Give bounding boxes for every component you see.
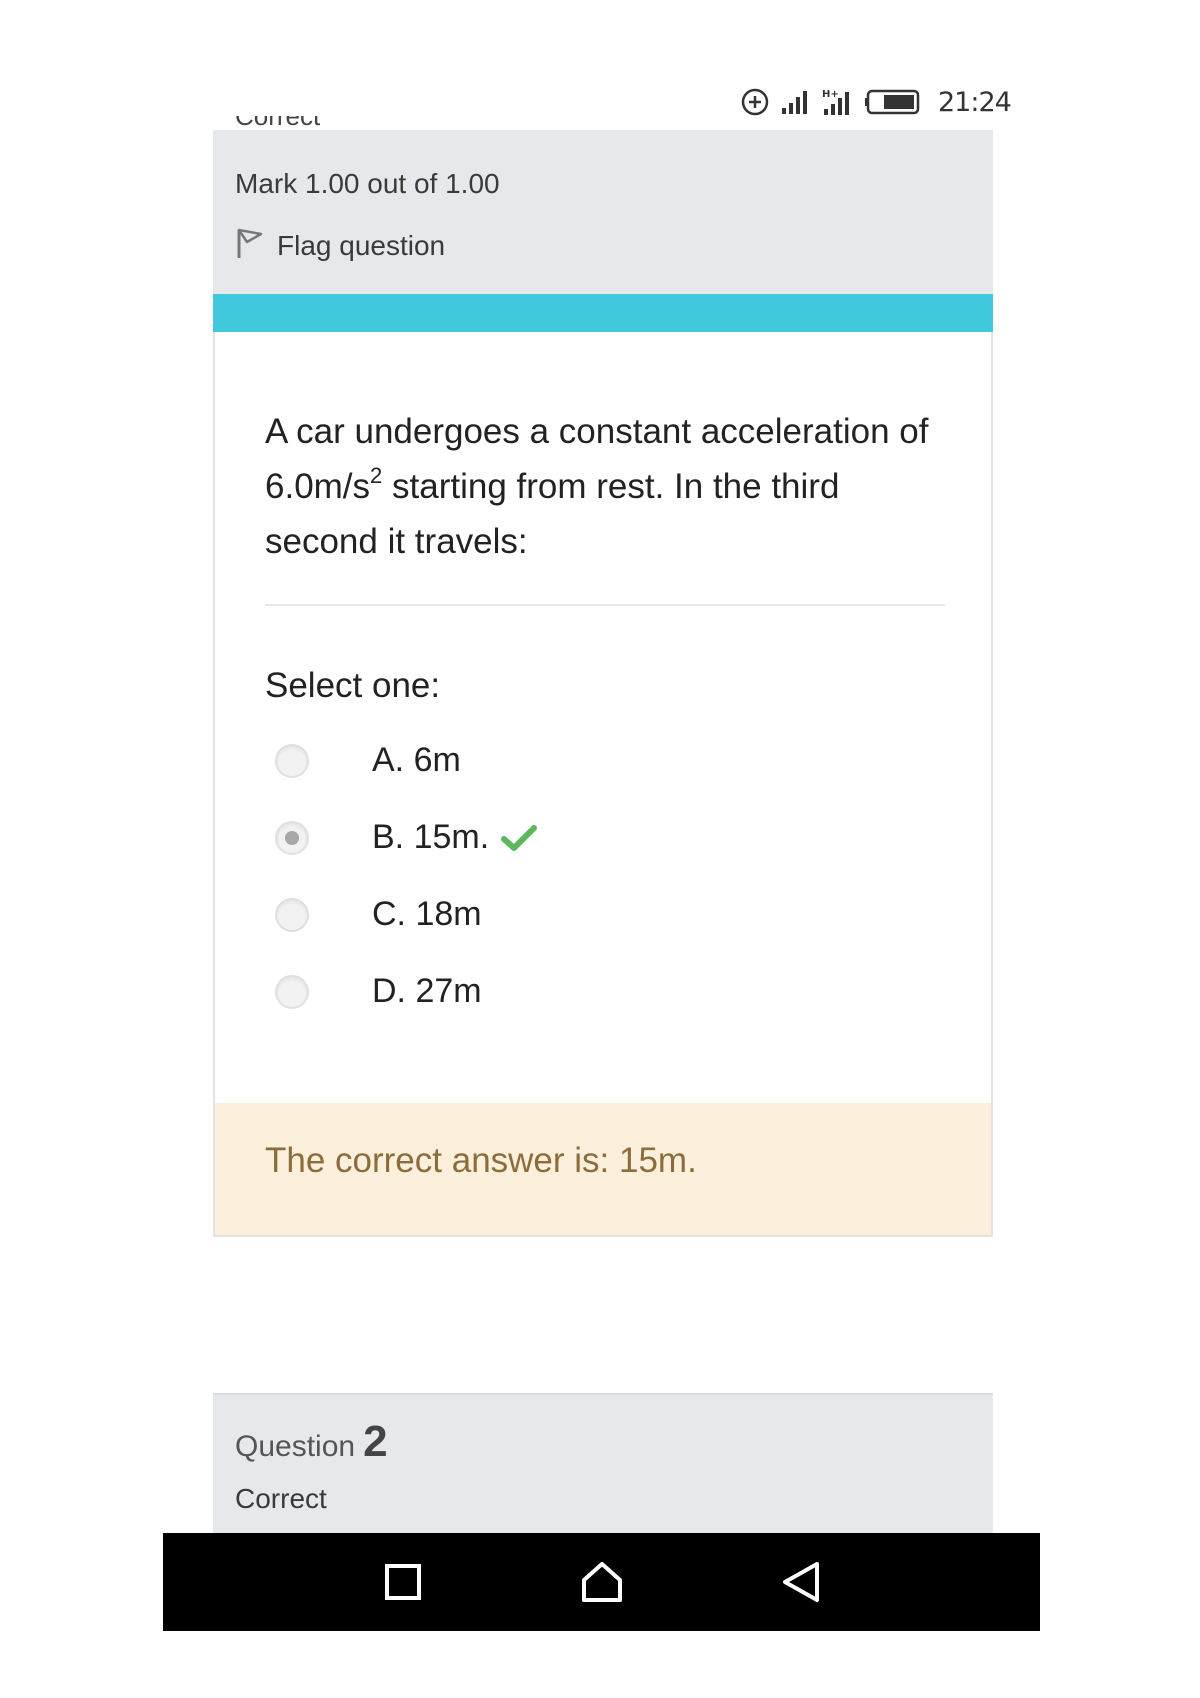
status-bar: H+ 21:24 xyxy=(740,82,1030,122)
answer-label: B. 15m. xyxy=(372,818,490,856)
question-accent-bar xyxy=(213,294,993,332)
correct-answer-text: The correct answer is: 15m. xyxy=(265,1141,697,1180)
flag-question-link[interactable]: Flag question xyxy=(235,226,445,265)
radio-button[interactable] xyxy=(275,974,309,1009)
radio-button[interactable] xyxy=(275,743,309,778)
question-2-state: Correct xyxy=(235,1483,327,1514)
question-state-clipped: Correct xyxy=(235,116,320,130)
radio-dot xyxy=(285,830,299,845)
question-mark: Mark 1.00 out of 1.00 xyxy=(235,168,500,199)
question-card: A car undergoes a constant acceleration … xyxy=(213,332,993,1237)
recent-apps-icon[interactable] xyxy=(373,1552,433,1612)
answer-option-b[interactable]: B. 15m. xyxy=(275,799,935,876)
signal-hplus-icon: H+ xyxy=(820,87,854,117)
answer-label: D. 27m xyxy=(372,972,482,1010)
back-icon[interactable] xyxy=(771,1552,831,1612)
answer-label: C. 18m xyxy=(372,895,482,933)
add-circle-icon xyxy=(740,87,770,117)
question-text-superscript: 2 xyxy=(370,463,383,489)
question-number: 2 xyxy=(363,1417,388,1466)
question-word: Question xyxy=(235,1430,356,1463)
divider xyxy=(265,604,945,606)
answer-option-a[interactable]: A. 6m xyxy=(275,722,935,799)
question-text: A car undergoes a constant acceleration … xyxy=(265,404,945,569)
answer-option-d[interactable]: D. 27m xyxy=(275,953,935,1030)
answer-list: A. 6m B. 15m. C. 18m D. 27m xyxy=(275,722,935,1030)
home-icon[interactable] xyxy=(572,1552,632,1612)
question-info-panel: Correct Mark 1.00 out of 1.00 Flag quest… xyxy=(213,116,993,294)
question-2-title: Question 2 xyxy=(235,1417,388,1467)
answer-label: A. 6m xyxy=(372,741,461,779)
question-2-info-panel: Question 2 Correct xyxy=(213,1393,993,1533)
select-one-prompt: Select one: xyxy=(265,666,441,705)
feedback-panel: The correct answer is: 15m. xyxy=(215,1103,991,1235)
signal-icon xyxy=(780,88,810,116)
android-nav-bar xyxy=(163,1533,1040,1631)
radio-button-selected[interactable] xyxy=(275,820,309,855)
flag-question-label: Flag question xyxy=(277,229,446,261)
check-icon xyxy=(501,823,538,853)
svg-text:H+: H+ xyxy=(822,89,839,100)
answer-option-c[interactable]: C. 18m xyxy=(275,876,935,953)
radio-button[interactable] xyxy=(275,897,309,932)
battery-icon xyxy=(864,88,922,116)
flag-icon xyxy=(235,226,265,265)
clock: 21:24 xyxy=(938,86,1012,118)
